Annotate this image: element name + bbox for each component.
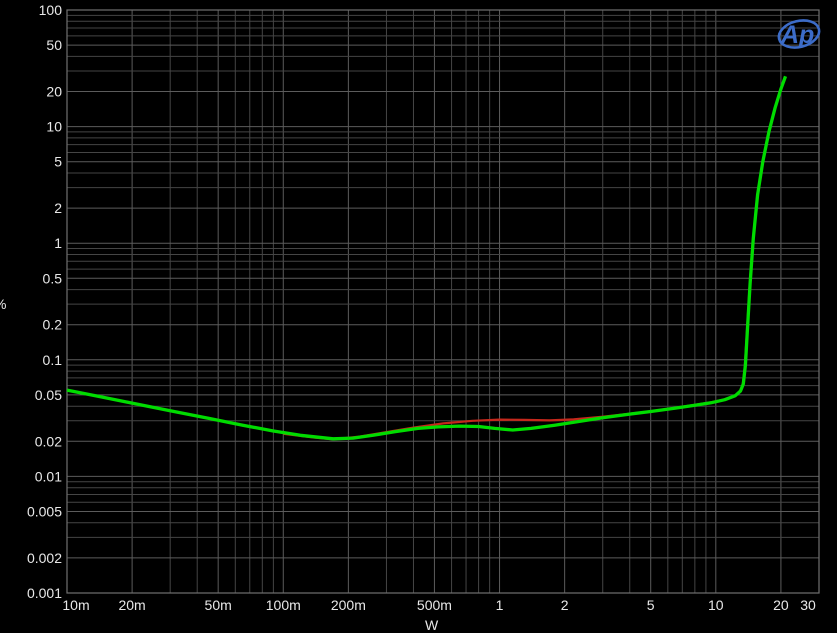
y-tick-label: 5 (54, 154, 62, 170)
y-tick-label: 0.1 (43, 352, 63, 368)
y-tick-label: 0.5 (43, 270, 63, 286)
y-tick-label: 50 (46, 37, 62, 53)
y-tick-label: 2 (54, 200, 62, 216)
y-axis-title: % (0, 296, 6, 312)
x-axis-title: W (425, 617, 438, 633)
y-tick-label: 0.01 (35, 468, 62, 484)
y-tick-label: 0.02 (35, 433, 62, 449)
x-tick-label: 20m (118, 597, 145, 613)
logo-text: Ap (780, 21, 814, 49)
traces (67, 76, 786, 439)
x-tick-label: 500m (417, 597, 452, 613)
y-tick-label: 100 (39, 2, 63, 18)
x-tick-label: 2 (561, 597, 569, 613)
y-tick-label: 20 (46, 83, 62, 99)
y-tick-label: 0.001 (27, 585, 62, 601)
thd-vs-power-chart: { "meta": { "background": "#000000", "gr… (0, 0, 837, 624)
y-tick-label: 1 (54, 235, 62, 251)
x-tick-label: 5 (647, 597, 655, 613)
x-tick-label: 100m (266, 597, 301, 613)
x-tick-label: 20 (773, 597, 789, 613)
x-tick-label: 50m (205, 597, 232, 613)
x-tick-label: 30 (800, 597, 816, 613)
y-tick-label: 10 (46, 119, 62, 135)
y-tick-label: 0.2 (43, 317, 63, 333)
green-trace-path (67, 76, 786, 439)
y-tick-label: 0.002 (27, 550, 62, 566)
x-tick-label: 200m (331, 597, 366, 613)
y-tick-label: 0.005 (27, 504, 62, 520)
x-tick-label: 10 (708, 597, 724, 613)
chart-canvas: 100 50 20 10 5 2 1 0.5 0.2 0.1 0.05 0.02 0.01 0.005 0.… (0, 0, 837, 624)
x-tick-label: 10m (62, 597, 89, 613)
y-tick-label: 0.05 (35, 387, 62, 403)
x-tick-label: 1 (496, 597, 504, 613)
tick-labels: 100 50 20 10 5 2 1 0.5 0.2 0.1 0.05 0.02 0.01 0.005 0.… (27, 2, 816, 613)
grid-lines (67, 10, 819, 593)
